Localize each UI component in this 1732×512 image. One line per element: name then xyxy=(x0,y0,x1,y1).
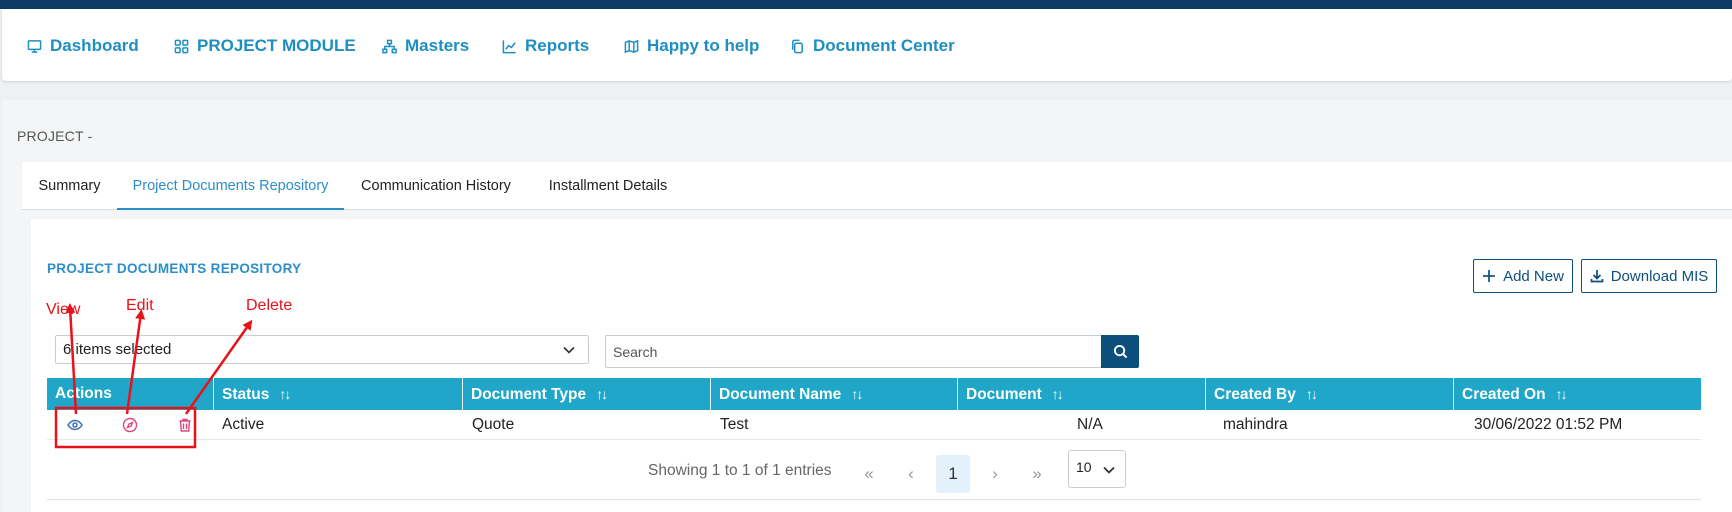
map-icon xyxy=(624,39,639,53)
monitor-icon xyxy=(27,39,42,53)
page-size-value: 10 xyxy=(1076,459,1092,475)
nav-project-module[interactable]: PROJECT MODULE xyxy=(174,36,356,56)
table-header: Actions Status ↑↓ Document Type ↑↓ Documen… xyxy=(47,378,1701,410)
sort-icon: ↑↓ xyxy=(279,386,291,402)
chevron-down-icon xyxy=(1103,466,1115,474)
table-row: Active Quote Test N/A mahindra 30/06/202… xyxy=(47,410,1701,440)
tab-installment-details[interactable]: Installment Details xyxy=(528,162,688,210)
prev-page-button[interactable]: ‹ xyxy=(894,455,928,493)
sort-icon: ↑↓ xyxy=(596,386,608,402)
download-icon xyxy=(1590,270,1604,283)
nav-dashboard-label: Dashboard xyxy=(50,36,139,55)
header-document[interactable]: Document ↑↓ xyxy=(957,378,1205,410)
nav-masters-label: Masters xyxy=(405,36,470,55)
top-accent-bar xyxy=(0,0,1732,9)
next-page-button[interactable]: › xyxy=(978,455,1012,493)
chevron-down-icon xyxy=(563,346,575,354)
header-status[interactable]: Status ↑↓ xyxy=(213,378,462,410)
cell-document: N/A xyxy=(1077,416,1103,433)
first-page-button[interactable]: « xyxy=(852,455,886,493)
header-document-name[interactable]: Document Name ↑↓ xyxy=(710,378,957,410)
eye-icon[interactable] xyxy=(67,417,83,433)
cell-created-by: mahindra xyxy=(1223,416,1288,433)
tab-communication-history[interactable]: Communication History xyxy=(344,162,528,210)
add-new-button[interactable]: Add New xyxy=(1473,259,1573,293)
panel-title: PROJECT DOCUMENTS REPOSITORY xyxy=(47,261,302,276)
page-title: PROJECT - xyxy=(17,128,93,144)
sitemap-icon xyxy=(382,39,397,53)
sort-icon: ↑↓ xyxy=(1555,386,1568,402)
trash-icon[interactable] xyxy=(177,417,193,433)
nav-document-center-label: Document Center xyxy=(813,36,955,55)
grid-icon xyxy=(174,39,189,53)
tab-summary[interactable]: Summary xyxy=(22,162,117,210)
tab-project-documents-repository[interactable]: Project Documents Repository xyxy=(117,162,344,210)
columns-select-value: 6 items selected xyxy=(63,341,172,358)
download-mis-button[interactable]: Download MIS xyxy=(1581,259,1717,293)
plus-icon xyxy=(1483,270,1496,282)
chart-line-icon xyxy=(502,39,516,53)
annotation-view-label: View xyxy=(46,301,81,318)
sort-icon: ↑↓ xyxy=(1305,386,1318,402)
nav-document-center[interactable]: Document Center xyxy=(790,36,955,56)
header-created-by[interactable]: Created By ↑↓ xyxy=(1205,378,1453,410)
header-actions: Actions xyxy=(55,385,112,402)
columns-select[interactable]: 6 items selected xyxy=(55,335,589,364)
search-button[interactable] xyxy=(1101,335,1139,368)
main-navbar: Dashboard PROJECT MODULE Masters Reports… xyxy=(2,9,1732,81)
sort-icon: ↑↓ xyxy=(851,386,863,402)
page-size-select[interactable]: 10 xyxy=(1068,450,1126,488)
cell-document-type: Quote xyxy=(472,416,515,433)
nav-dashboard[interactable]: Dashboard xyxy=(27,36,139,56)
nav-happy-to-help[interactable]: Happy to help xyxy=(624,36,759,56)
cell-document-name: Test xyxy=(720,416,749,433)
header-created-on[interactable]: Created On ↑↓ xyxy=(1453,378,1701,410)
nav-masters[interactable]: Masters xyxy=(382,36,469,56)
sort-icon: ↑↓ xyxy=(1051,386,1064,402)
tab-bar: Summary Project Documents Repository Com… xyxy=(22,162,1732,210)
compass-icon[interactable] xyxy=(122,417,138,433)
annotation-edit-label: Edit xyxy=(126,297,154,314)
cell-status: Active xyxy=(222,416,265,433)
nav-reports[interactable]: Reports xyxy=(502,36,589,56)
nav-happy-to-help-label: Happy to help xyxy=(647,36,760,55)
add-new-label: Add New xyxy=(1503,267,1564,285)
nav-reports-label: Reports xyxy=(525,36,590,55)
search-icon xyxy=(1113,344,1127,359)
pagination: Showing 1 to 1 of 1 entries « ‹ 1 › » 10 xyxy=(0,450,1732,493)
annotation-delete-label: Delete xyxy=(246,297,293,314)
cell-created-on: 30/06/2022 01:52 PM xyxy=(1474,416,1623,433)
nav-project-module-label: PROJECT MODULE xyxy=(197,36,356,55)
last-page-button[interactable]: » xyxy=(1020,455,1054,493)
page-1-button[interactable]: 1 xyxy=(936,455,970,493)
divider xyxy=(47,499,1701,500)
download-mis-label: Download MIS xyxy=(1610,267,1709,285)
search-input[interactable] xyxy=(605,335,1102,368)
header-document-type[interactable]: Document Type ↑↓ xyxy=(462,378,710,410)
copy-icon xyxy=(792,39,803,53)
pagination-info: Showing 1 to 1 of 1 entries xyxy=(648,462,832,479)
